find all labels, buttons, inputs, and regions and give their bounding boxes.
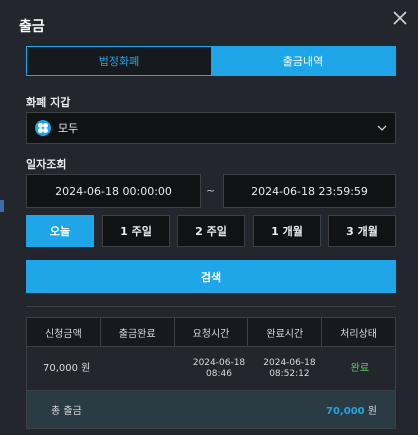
cell-request-time: 2024-06-18 08:46: [184, 347, 254, 390]
table-row: 70,000 원 2024-06-18 08:46 2024-06-18 08:…: [27, 347, 395, 391]
column-header: 신청금액: [27, 318, 101, 346]
request-date-text: 2024-06-18: [192, 357, 246, 368]
cell-amount: 70,000 원: [43, 363, 91, 374]
search-button[interactable]: 검색: [26, 260, 396, 293]
table-header: 신청금액 출금완료 요청시간 완료시간 처리상태: [27, 318, 395, 347]
period-1month-button[interactable]: 1 개월: [253, 215, 321, 247]
column-header: 완료시간: [248, 318, 323, 346]
section-divider: [26, 306, 396, 307]
chevron-down-icon: [377, 125, 387, 131]
total-label: 총 출금: [51, 406, 82, 417]
period-1week-button[interactable]: 1 주일: [102, 215, 170, 247]
complete-date-text: 2024-06-18: [263, 357, 316, 368]
tab-fiat[interactable]: 법정화폐: [27, 47, 211, 75]
total-amount: 70,000 원: [326, 402, 377, 417]
complete-time-text: 08:52:12: [269, 368, 310, 379]
status-badge: 완료: [350, 363, 370, 374]
column-header: 요청시간: [175, 318, 249, 346]
date-separator: ~: [206, 184, 216, 197]
wallet-select[interactable]: 모두: [26, 112, 396, 144]
withdraw-history-table: 신청금액 출금완료 요청시간 완료시간 처리상태 70,000 원 2024-0…: [26, 317, 396, 429]
end-date-input[interactable]: 2024-06-18 23:59:59: [223, 174, 396, 208]
period-2week-button[interactable]: 2 주일: [177, 215, 245, 247]
table-total-row: 총 출금 70,000 원: [27, 391, 395, 428]
modal-title: 출금: [19, 19, 45, 35]
tab-withdraw-history[interactable]: 출금내역: [211, 47, 395, 75]
column-header: 처리상태: [340, 328, 377, 340]
column-header: 출금완료: [101, 318, 175, 346]
close-icon[interactable]: [391, 9, 409, 27]
total-value: 70,000: [326, 406, 365, 417]
request-time-text: 08:46: [206, 368, 232, 379]
wallet-selected-value: 모두: [58, 122, 79, 135]
wallet-label: 화폐 지갑: [26, 96, 71, 109]
cell-completed: [113, 347, 183, 390]
period-3month-button[interactable]: 3 개월: [328, 215, 396, 247]
withdraw-modal: 출금 법정화폐 출금내역 화폐 지갑 모두 일자조회 2024-06-18 00…: [0, 0, 418, 435]
background-edge-marker: [0, 200, 4, 212]
grid-coin-icon: [35, 120, 51, 136]
tab-bar: 법정화폐 출금내역: [26, 46, 396, 76]
cell-complete-time: 2024-06-18 08:52:12: [254, 347, 324, 390]
date-filter-label: 일자조회: [26, 158, 67, 171]
period-today-button[interactable]: 오늘: [26, 215, 94, 247]
total-unit: 원: [364, 406, 377, 417]
start-date-input[interactable]: 2024-06-18 00:00:00: [26, 174, 201, 208]
